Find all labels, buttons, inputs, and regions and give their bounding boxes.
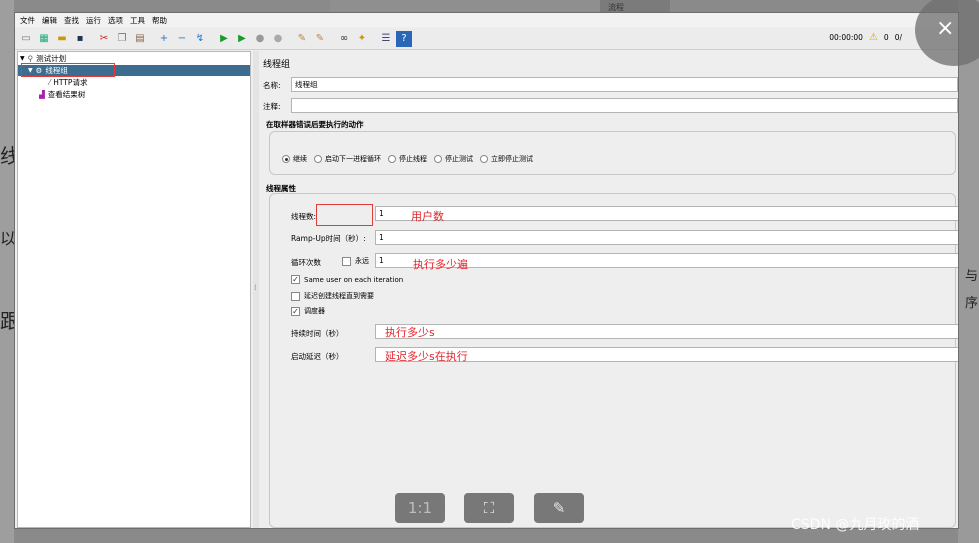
threads-field[interactable]: 1 [375,206,958,221]
name-field[interactable]: 线程组 [291,77,958,92]
same-user-label: Same user on each iteration [304,275,404,284]
shutdown-icon[interactable]: ● [270,31,286,47]
collapse-icon[interactable]: − [174,31,190,47]
background-char-4: 与 [965,269,979,284]
pipette-icon: ⁄ [49,78,51,87]
comment-label: 注释: [263,102,281,111]
radio-next-loop-label: 启动下一进程循环 [325,155,381,163]
open-icon[interactable]: ▬ [54,31,70,47]
menu-help[interactable]: 帮助 [152,15,167,26]
warning-icon[interactable]: ⚠ [869,32,878,43]
chart-icon: ▟ [39,90,45,99]
status-area: 00:00:00 ⚠ 0 0/ [829,32,902,43]
scheduler-label: 调度器 [304,307,325,315]
watermark: CSDN @九月玫的酒 [791,517,920,533]
clear-all-icon[interactable]: ✎ [312,31,328,47]
error-count: 0 [883,33,889,42]
name-label: 名称: [263,81,281,90]
edit-image-button[interactable]: ✎ [534,493,584,523]
rampup-field[interactable]: 1 [375,230,958,245]
background-left-strip [0,0,14,543]
same-user-checkbox[interactable]: ✓ [291,275,300,284]
jmeter-window: 文件 编辑 查找 运行 选项 工具 帮助 ▭ ▦ ▬ ▪ ✂ ❐ ▤ + − ↯… [14,12,959,529]
error-action-section-title: 在取样器错误后要执行的动作 [266,120,364,129]
error-action-section [269,131,956,175]
stop-icon[interactable]: ● [252,31,268,47]
tree-label: 查看结果树 [47,90,86,99]
start-icon[interactable]: ▶ [216,31,232,47]
annotation-delay: 延迟多少s在执行 [385,350,468,363]
menu-edit[interactable]: 编辑 [42,15,57,26]
test-plan-tree: ▼ ⚲ 测试计划 ▼ ⚙ 线程组 ⁄ HTTP请求 ▟ 查看结果树 [17,51,251,528]
radio-continue-label: 继续 [293,155,307,163]
toolbar: ▭ ▦ ▬ ▪ ✂ ❐ ▤ + − ↯ ▶ ▶ ● ● ✎ ✎ ∞ ✦ ☰ ? … [15,28,958,50]
duration-label: 持续时间（秒） [291,329,344,338]
tree-item-results-tree[interactable]: ▟ 查看结果树 [39,89,85,100]
reset-search-icon[interactable]: ✦ [354,31,370,47]
toggle-icon[interactable]: ↯ [192,31,208,47]
annotation-users: 用户数 [411,210,444,223]
paste-icon[interactable]: ▤ [132,31,148,47]
save-icon[interactable]: ▪ [72,31,88,47]
actual-size-label: 1:1 [407,499,433,517]
forever-label: 永远 [355,257,369,265]
duration-field[interactable] [375,324,958,339]
menu-search[interactable]: 查找 [64,15,79,26]
radio-stop-test-label: 停止测试 [445,155,473,163]
menu-file[interactable]: 文件 [20,15,35,26]
search-icon[interactable]: ∞ [336,31,352,47]
background-char-5: 序 [965,296,979,311]
thread-counts: 0/ [894,33,902,42]
menu-run[interactable]: 运行 [86,15,101,26]
radio-stop-test-now-label: 立即停止测试 [491,155,533,163]
tree-label: HTTP请求 [53,78,88,87]
thread-group-panel: 线程组 名称: 线程组 注释: 在取样器错误后要执行的动作 继续 启动下一进程循… [260,51,958,528]
same-user-option: ✓ Same user on each iteration [291,275,403,284]
start-no-pause-icon[interactable]: ▶ [234,31,250,47]
threads-label: 线程数: [291,212,317,221]
radio-stop-test-now[interactable] [480,155,488,163]
new-icon[interactable]: ▭ [18,31,34,47]
expand-icon[interactable]: + [156,31,172,47]
error-action-options: 继续 启动下一进程循环 停止线程 停止测试 立即停止测试 [278,154,533,164]
scheduler-checkbox[interactable]: ✓ [291,306,300,316]
radio-stop-test[interactable] [434,155,442,163]
function-helper-icon[interactable]: ☰ [378,31,394,47]
splitter-grip[interactable]: ⁞ [254,283,257,292]
radio-next-loop[interactable] [314,155,322,163]
forever-option: 永远 [342,256,369,266]
actual-size-button[interactable]: 1:1 [395,493,445,523]
highlight-box [21,63,115,77]
copy-icon[interactable]: ❐ [114,31,130,47]
panel-title: 线程组 [263,60,291,70]
radio-stop-thread[interactable] [388,155,396,163]
delay-create-label: 延迟创建线程直到需要 [304,292,374,300]
menu-bar: 文件 编辑 查找 运行 选项 工具 帮助 [15,13,958,27]
templates-icon[interactable]: ▦ [36,31,52,47]
cut-icon[interactable]: ✂ [96,31,112,47]
elapsed-timer: 00:00:00 [829,33,863,42]
rampup-label: Ramp-Up时间（秒）: [291,234,366,243]
radio-stop-thread-label: 停止线程 [399,155,427,163]
comment-field[interactable] [291,98,958,113]
tree-item-http-request[interactable]: ⁄ HTTP请求 [49,77,87,88]
edit-image-icon: ✎ [552,499,566,517]
scheduler-option: ✓ 调度器 [291,306,325,316]
clear-icon[interactable]: ✎ [294,31,310,47]
startup-delay-label: 启动延迟（秒） [291,352,344,361]
threads-highlight-box [316,204,373,226]
annotation-duration: 执行多少s [385,326,435,339]
delay-create-checkbox[interactable] [291,291,300,301]
menu-options[interactable]: 选项 [108,15,123,26]
fit-screen-button[interactable]: ⛶ [464,493,514,523]
help-icon[interactable]: ? [396,30,412,47]
loop-label: 循环次数 [291,258,321,267]
forever-checkbox[interactable] [342,256,351,266]
radio-continue[interactable] [282,155,290,163]
delay-create-option: 延迟创建线程直到需要 [291,291,374,301]
menu-tools[interactable]: 工具 [130,15,145,26]
close-icon[interactable]: × [936,16,954,41]
fit-screen-icon: ⛶ [483,499,495,517]
annotation-loops: 执行多少遍 [413,258,468,271]
